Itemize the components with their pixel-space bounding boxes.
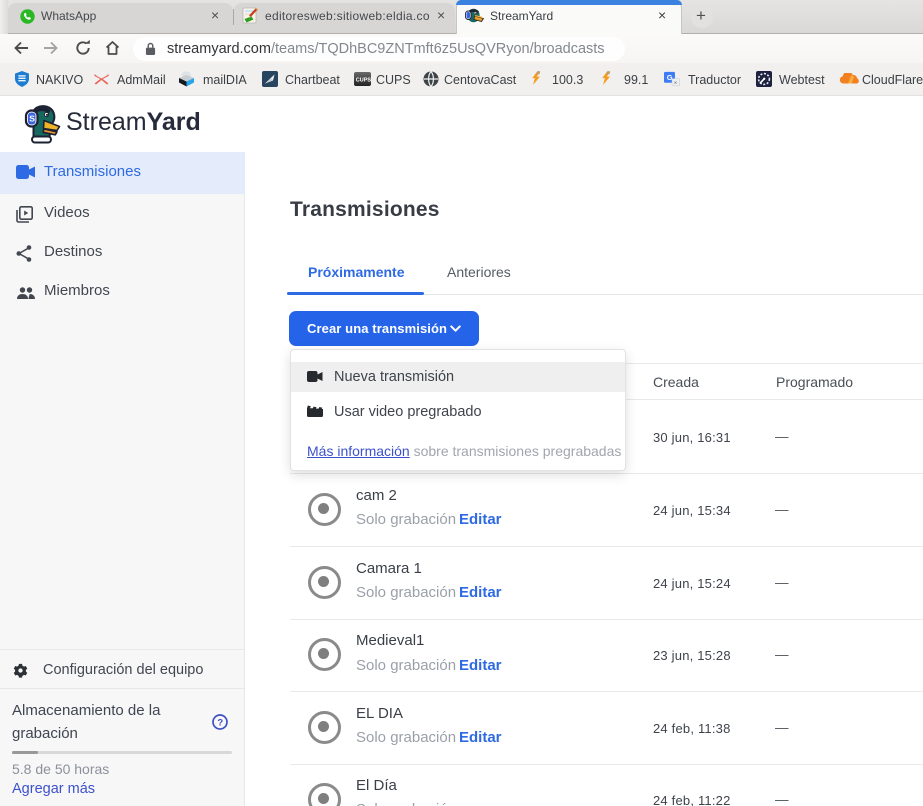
svg-text:×: × <box>674 80 678 86</box>
svg-text:?: ? <box>217 718 223 729</box>
svg-text:CUPS: CUPS <box>356 78 372 84</box>
svg-text:S: S <box>29 113 35 123</box>
